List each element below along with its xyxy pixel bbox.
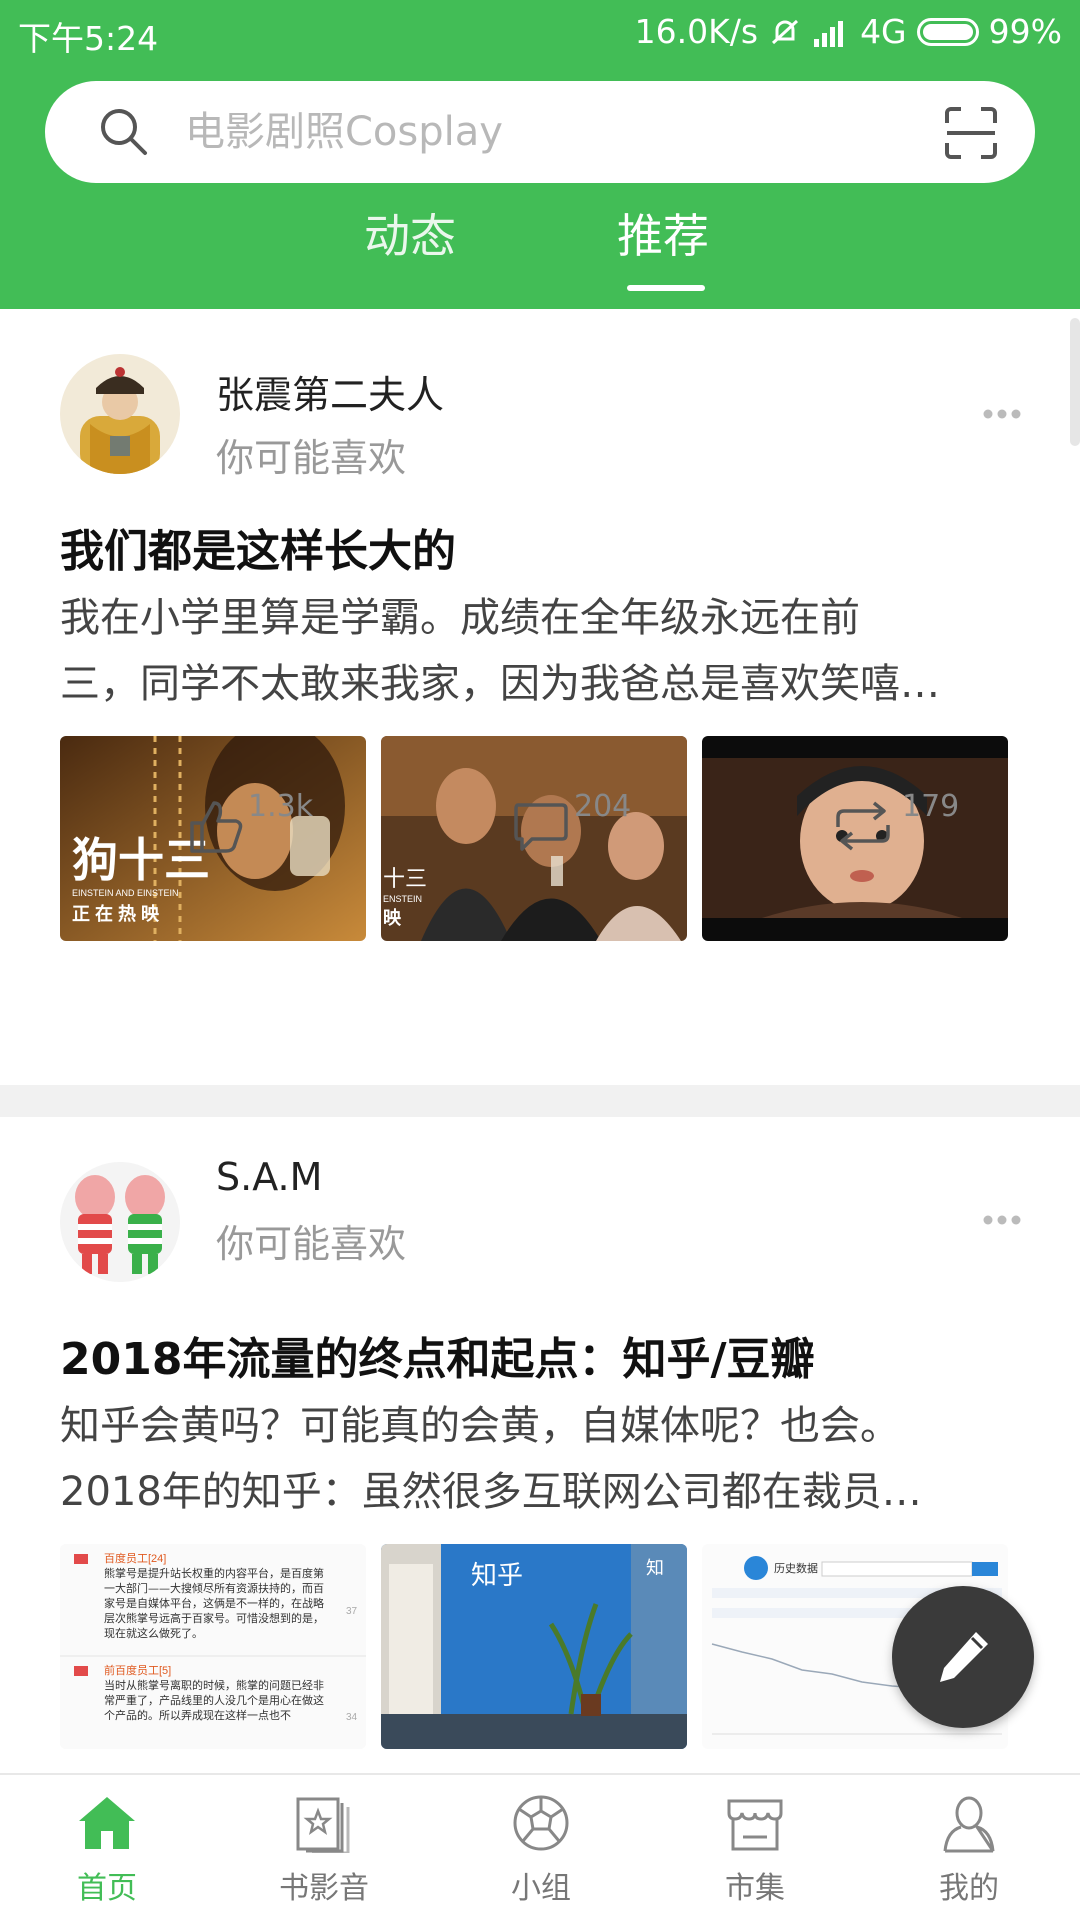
post-title[interactable]: 我们都是这样长大的	[60, 515, 456, 579]
post-title[interactable]: 2018年流量的终点和起点：知乎/豆瓣	[60, 1323, 815, 1387]
screenshot-text: 熊掌号是提升站长权重的内容平台，是百度第一大部门——大搜倾尽所有资源扶持的，而百…	[104, 1567, 324, 1640]
poster-tagline-text: 映	[383, 907, 402, 928]
nav-label: 首页	[77, 1871, 137, 1906]
poster-en-text: EINSTEIN AND EINSTEIN	[72, 888, 179, 898]
zhihu-wall-sign-side: 知	[646, 1558, 664, 1578]
excerpt-line: 知乎会黄吗？可能真的会黄，自媒体呢？也会。	[60, 1403, 900, 1449]
comment-count: 204	[574, 789, 632, 824]
screenshot-username: 百度员工[24]	[104, 1551, 166, 1565]
screenshot-like-count: 34	[346, 1712, 358, 1723]
status-indicators: 16.0K/s 4G 99%	[635, 12, 1062, 51]
like-count: 1.3k	[248, 789, 314, 824]
post-excerpt[interactable]: 我在小学里算是学霸。成绩在全年级永远在前 三，同学不太敢来我家，因为我爸总是喜欢…	[60, 585, 1020, 717]
search-icon	[101, 109, 147, 155]
person-icon	[943, 1796, 995, 1853]
nav-label: 小组	[511, 1871, 571, 1906]
nav-market[interactable]: 市集	[675, 1793, 835, 1907]
pig-twins-avatar	[60, 1162, 180, 1282]
author-name[interactable]: 张震第二夫人	[216, 364, 444, 419]
bottom-navigation: 首页 书影音 小组 市集 我的	[0, 1773, 1080, 1920]
comment-button[interactable]: 204	[512, 789, 631, 855]
comment-icon	[514, 803, 568, 851]
poster-en-text: ENSTEIN	[383, 894, 422, 904]
more-options-icon[interactable]	[982, 1213, 1022, 1227]
screenshot-username: 前百度员工[5]	[104, 1663, 171, 1677]
nav-label: 我的	[939, 1871, 999, 1906]
nav-label: 市集	[725, 1871, 785, 1906]
status-time: 下午5:24	[18, 19, 159, 58]
screenshot-like-count: 37	[346, 1606, 358, 1617]
thumbs-up-icon	[190, 801, 243, 853]
post-image[interactable]: 百度员工[24] 熊掌号是提升站长权重的内容平台，是百度第一大部门——大搜倾尽所…	[60, 1544, 366, 1749]
book-star-icon	[296, 1797, 350, 1853]
battery-percent: 99%	[988, 12, 1062, 51]
nav-groups[interactable]: 小组	[461, 1793, 621, 1907]
compose-button[interactable]	[892, 1586, 1034, 1728]
scrollbar[interactable]	[1070, 318, 1080, 446]
feed-card[interactable]: 张震第二夫人 你可能喜欢 我们都是这样长大的 我在小学里算是学霸。成绩在全年级永…	[0, 309, 1080, 1085]
mute-bell-icon	[772, 19, 799, 44]
post-images: 百度员工[24] 熊掌号是提升站长权重的内容平台，是百度第一大部门——大搜倾尽所…	[60, 1544, 1010, 1749]
top-header: 下午5:24 16.0K/s 4G 99% 电影剧照Cosplay 动态 推荐	[0, 0, 1080, 309]
battery-icon	[916, 17, 979, 46]
emperor-portrait-avatar	[60, 354, 180, 474]
pencil-icon	[940, 1632, 988, 1682]
chart-site-name: 历史数据	[774, 1561, 818, 1575]
nav-label: 书影音	[279, 1871, 369, 1906]
network-type: 4G	[860, 12, 907, 51]
reshare-button[interactable]: 179	[828, 789, 959, 855]
reshare-count: 179	[902, 789, 960, 824]
zhihu-wall-sign: 知乎	[471, 1561, 523, 1590]
nav-media[interactable]: 书影音	[244, 1793, 404, 1907]
excerpt-line: 三，同学不太敢来我家，因为我爸总是喜欢笑嘻…	[60, 661, 940, 707]
tab-recommend[interactable]: 推荐	[617, 205, 709, 267]
scan-icon[interactable]	[943, 105, 999, 161]
avatar[interactable]	[60, 354, 180, 474]
post-excerpt[interactable]: 知乎会黄吗？可能真的会黄，自媒体呢？也会。 2018年的知乎：虽然很多互联网公司…	[60, 1393, 1020, 1525]
recommendation-reason: 你可能喜欢	[216, 436, 407, 480]
poster-tagline-text: 正 在 热 映	[72, 903, 160, 924]
home-icon	[79, 1797, 135, 1849]
search-placeholder: 电影剧照Cosplay	[185, 109, 503, 155]
more-options-icon[interactable]	[982, 407, 1022, 421]
post-image[interactable]: 知乎 知	[381, 1544, 687, 1749]
feed-tabs: 动态 推荐	[0, 205, 1080, 295]
screenshot-text: 当时从熊掌号离职的时候，熊掌的问题已经非常严重了，产品线里的人没几个是用心在做这…	[104, 1679, 324, 1722]
group-ball-icon	[513, 1795, 569, 1851]
avatar[interactable]	[60, 1162, 180, 1282]
author-name[interactable]: S.A.M	[216, 1155, 322, 1199]
signal-icon	[814, 20, 844, 47]
post-actions: 1.3k 204 179	[0, 789, 1080, 873]
search-bar[interactable]: 电影剧照Cosplay	[45, 81, 1035, 183]
excerpt-line: 我在小学里算是学霸。成绩在全年级永远在前	[60, 595, 860, 641]
like-button[interactable]: 1.3k	[186, 789, 313, 855]
tab-dynamic[interactable]: 动态	[364, 205, 456, 267]
card-separator	[0, 1085, 1080, 1117]
recommendation-reason: 你可能喜欢	[216, 1222, 407, 1266]
shop-icon	[727, 1799, 783, 1851]
nav-profile[interactable]: 我的	[889, 1793, 1049, 1907]
status-bar: 下午5:24 16.0K/s 4G 99%	[0, 0, 1080, 62]
network-speed: 16.0K/s	[634, 12, 759, 51]
active-tab-indicator	[627, 285, 705, 291]
nav-home[interactable]: 首页	[27, 1793, 187, 1907]
excerpt-line: 2018年的知乎：虽然很多互联网公司都在裁员…	[60, 1469, 922, 1515]
reshare-icon	[836, 801, 890, 851]
